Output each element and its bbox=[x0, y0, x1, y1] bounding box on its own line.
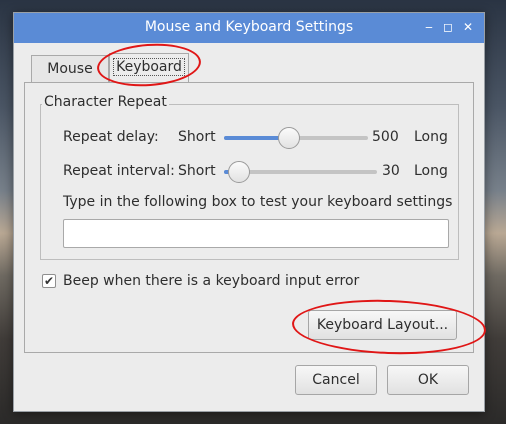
title-bar[interactable]: Mouse and Keyboard Settings ‒ ◻ ✕ bbox=[14, 13, 484, 43]
ok-button[interactable]: OK bbox=[387, 365, 469, 395]
minimize-icon[interactable]: ‒ bbox=[420, 18, 438, 36]
ok-button-label: OK bbox=[417, 372, 439, 388]
repeat-interval-short-label: Short bbox=[178, 163, 216, 179]
close-icon[interactable]: ✕ bbox=[459, 18, 477, 36]
repeat-interval-value: 30 bbox=[382, 163, 400, 179]
repeat-interval-label: Repeat interval: bbox=[63, 163, 175, 179]
repeat-delay-long-label: Long bbox=[414, 129, 448, 145]
repeat-interval-long-label: Long bbox=[414, 163, 448, 179]
repeat-delay-slider[interactable] bbox=[224, 126, 368, 150]
repeat-delay-label: Repeat delay: bbox=[63, 129, 159, 145]
tab-mouse-label: Mouse bbox=[47, 61, 93, 77]
maximize-icon[interactable]: ◻ bbox=[439, 18, 457, 36]
repeat-delay-value: 500 bbox=[372, 129, 399, 145]
cancel-button-label: Cancel bbox=[312, 372, 360, 388]
checkmark-icon: ✔ bbox=[43, 274, 55, 288]
cancel-button[interactable]: Cancel bbox=[295, 365, 377, 395]
repeat-delay-handle[interactable] bbox=[278, 127, 300, 149]
repeat-interval-slider[interactable] bbox=[224, 160, 377, 184]
keyboard-test-input[interactable] bbox=[63, 219, 449, 248]
beep-checkbox-label[interactable]: Beep when there is a keyboard input erro… bbox=[63, 273, 359, 289]
repeat-delay-short-label: Short bbox=[178, 129, 216, 145]
repeat-interval-handle[interactable] bbox=[228, 161, 250, 183]
beep-checkbox[interactable]: ✔ bbox=[42, 274, 56, 288]
window-title: Mouse and Keyboard Settings bbox=[144, 19, 354, 35]
test-prompt-label: Type in the following box to test your k… bbox=[63, 194, 453, 210]
character-repeat-label: Character Repeat bbox=[42, 94, 169, 110]
